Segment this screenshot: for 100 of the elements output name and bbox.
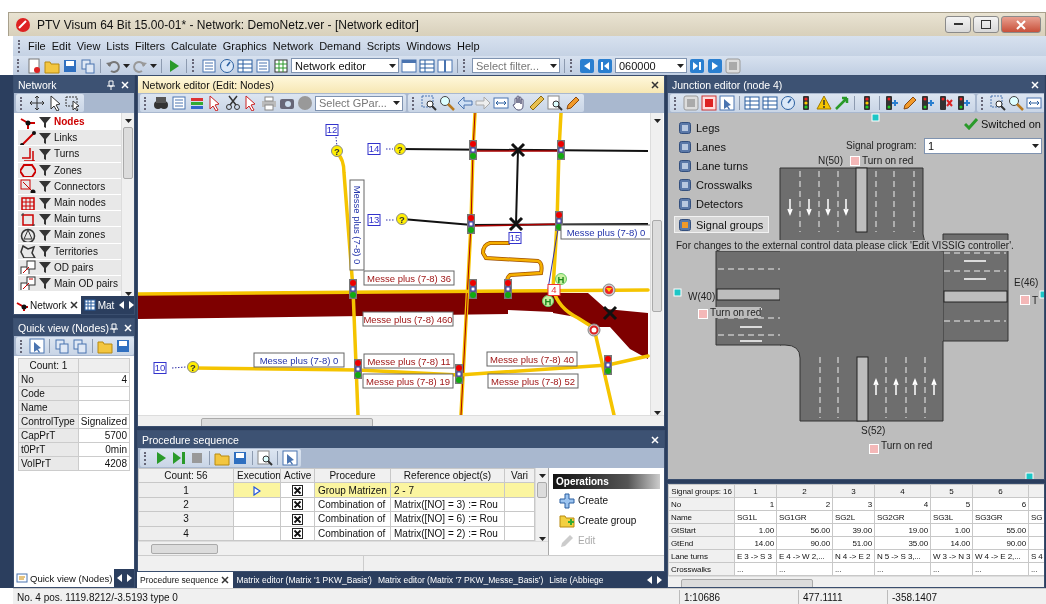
window-icon[interactable] xyxy=(401,57,417,74)
signal-program-dropdown[interactable]: 1 xyxy=(924,138,1042,154)
zone-marker[interactable]: ? xyxy=(331,145,343,157)
checkbox[interactable] xyxy=(292,485,303,496)
column-header[interactable]: Count: 56 xyxy=(138,468,234,483)
filter-icon[interactable] xyxy=(38,114,52,129)
document-tab[interactable]: Matrix editor (Matrix '7 PKW_Messe_Basis') xyxy=(374,572,547,588)
layer-toggle[interactable]: Crosswalks xyxy=(674,176,759,193)
column-header[interactable]: Vari xyxy=(504,468,535,483)
ring-marker-icon[interactable] xyxy=(587,323,601,337)
scrollbar[interactable] xyxy=(138,541,548,555)
link-marker-icon[interactable] xyxy=(871,113,880,122)
tab-left-icon[interactable] xyxy=(645,575,654,585)
traffic-light-icon[interactable] xyxy=(604,355,612,375)
filter-icon[interactable] xyxy=(38,227,52,242)
move-icon[interactable] xyxy=(29,95,45,111)
scrollbar-thumb[interactable] xyxy=(537,482,547,498)
column-header[interactable]: Active xyxy=(280,468,315,483)
printer-icon[interactable] xyxy=(261,95,277,111)
dial-icon[interactable] xyxy=(780,95,796,111)
fit-width-icon[interactable] xyxy=(1026,95,1042,111)
find-icon[interactable] xyxy=(547,95,563,111)
filter-icon[interactable] xyxy=(38,260,52,275)
layer-toggle[interactable]: Signal groups xyxy=(674,216,770,233)
zone-marker[interactable]: ? xyxy=(187,361,199,373)
tab-left-icon[interactable] xyxy=(115,573,125,583)
scrollbar-thumb[interactable] xyxy=(652,220,662,312)
network-object-item[interactable]: Turns xyxy=(18,146,121,163)
scissors-icon[interactable] xyxy=(225,95,241,111)
stop-marker[interactable]: H xyxy=(555,273,567,285)
menu-item[interactable]: View xyxy=(73,40,104,52)
filter-icon[interactable] xyxy=(38,146,52,161)
checkbox[interactable] xyxy=(292,513,303,525)
menu-item[interactable]: Windows xyxy=(403,40,454,52)
save-icon[interactable] xyxy=(62,57,78,74)
filter-icon[interactable] xyxy=(38,163,52,178)
panel-tab[interactable]: Network xyxy=(14,296,81,314)
traffic-light-icon[interactable] xyxy=(557,140,565,160)
scrollbar[interactable] xyxy=(121,113,134,296)
pointer-icon[interactable] xyxy=(47,95,63,111)
add-signal-icon[interactable] xyxy=(956,95,972,111)
close-icon[interactable] xyxy=(123,322,134,333)
time-dropdown[interactable]: 060000 xyxy=(615,58,687,73)
scrollbar[interactable] xyxy=(535,468,548,541)
view-dropdown[interactable]: Network editor xyxy=(291,58,399,73)
menu-item[interactable]: Help xyxy=(454,40,483,52)
panel-tab[interactable]: Mat xyxy=(81,296,117,314)
hand-icon[interactable] xyxy=(511,95,527,111)
list-icon[interactable] xyxy=(201,57,217,74)
zoom-icon[interactable] xyxy=(1008,95,1024,111)
rectangle-select-icon[interactable] xyxy=(65,95,81,111)
maximize-button[interactable] xyxy=(973,16,999,33)
operation-button[interactable]: Create xyxy=(553,492,660,509)
scrollbar[interactable] xyxy=(650,113,663,415)
filter-dropdown[interactable]: Select filter... xyxy=(472,58,560,73)
record-icon[interactable] xyxy=(701,95,717,111)
layer-toggle[interactable]: Legs xyxy=(674,119,726,136)
close-icon[interactable] xyxy=(220,575,231,585)
network-object-item[interactable]: Links xyxy=(18,130,121,147)
column-header[interactable]: 6 xyxy=(972,484,1029,498)
scrollbar-thumb[interactable] xyxy=(123,127,133,179)
filter-icon[interactable] xyxy=(38,276,52,291)
warning-marker-icon[interactable] xyxy=(602,283,616,297)
filter-icon[interactable] xyxy=(38,130,52,145)
pencil-icon[interactable] xyxy=(902,95,918,111)
copy-icon[interactable] xyxy=(72,338,88,354)
split-view-icon[interactable] xyxy=(437,57,453,74)
dial-icon[interactable] xyxy=(219,57,235,74)
step-icon[interactable] xyxy=(171,450,187,466)
arrow-left-icon[interactable] xyxy=(457,95,473,111)
table-icon[interactable] xyxy=(744,95,760,111)
close-icon[interactable] xyxy=(650,79,660,90)
tab-right-icon[interactable] xyxy=(125,573,134,583)
zoom-area-icon[interactable] xyxy=(990,95,1006,111)
select-icon[interactable] xyxy=(29,338,45,354)
menu-item[interactable]: Calculate xyxy=(167,40,220,52)
document-tab[interactable]: Matrix editor (Matrix '1 PKW_Basis') xyxy=(233,572,375,588)
tab-left-icon[interactable] xyxy=(117,300,127,310)
table-icon[interactable] xyxy=(419,57,435,74)
pin-icon[interactable] xyxy=(106,79,116,90)
column-header[interactable]: 1 xyxy=(734,484,777,498)
layer-toggle[interactable]: Lanes xyxy=(674,138,732,155)
pencil-icon[interactable] xyxy=(565,95,581,111)
zone-marker[interactable]: ? xyxy=(394,143,406,155)
layer-toggle[interactable]: Detectors xyxy=(674,195,750,212)
scrollbar-thumb[interactable] xyxy=(151,543,218,554)
layer-toggle[interactable]: Lane turns xyxy=(674,157,754,174)
menu-item[interactable]: Filters xyxy=(132,40,168,52)
document-tab[interactable]: Liste (Abbiege xyxy=(546,572,607,588)
column-header[interactable]: Procedure xyxy=(314,468,391,483)
scrollbar[interactable] xyxy=(138,415,664,426)
pin-icon[interactable] xyxy=(109,322,120,333)
zoom-area-icon[interactable] xyxy=(421,95,437,111)
find-icon[interactable] xyxy=(257,450,273,466)
grid-icon[interactable] xyxy=(273,57,289,74)
table-icon[interactable] xyxy=(237,57,253,74)
save-icon[interactable] xyxy=(232,450,248,466)
zone-marker[interactable]: ? xyxy=(396,213,408,225)
skip-forward-icon[interactable] xyxy=(707,57,723,74)
fit-width-icon[interactable] xyxy=(493,95,509,111)
